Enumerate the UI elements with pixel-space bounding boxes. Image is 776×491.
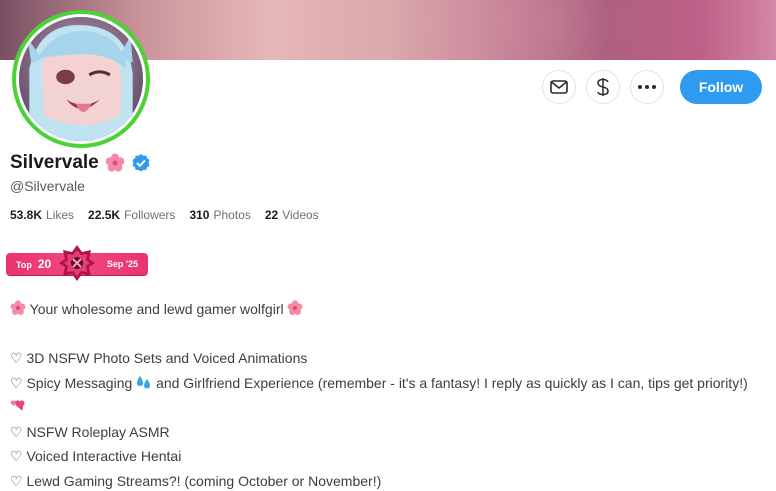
avatar[interactable] [12,10,150,148]
envelope-icon [550,80,568,94]
cherry-blossom-icon [288,300,303,315]
message-button[interactable] [542,70,576,104]
follow-button[interactable]: Follow [680,70,762,104]
tip-button[interactable] [586,70,620,104]
rank-number: 20 [37,257,52,271]
profile-name-row: Silvervale [10,152,151,174]
rank-emblem-icon [59,245,95,281]
stat-likes[interactable]: 53.8K Likes [10,208,74,222]
bio-line: ♡ Voiced Interactive Hentai [10,448,182,464]
cherry-blossom-icon [10,300,26,315]
bio-line: ♡ NSFW Roleplay ASMR [10,423,170,440]
more-icon [638,85,656,89]
display-name: Silvervale [10,152,99,173]
dollar-icon [597,78,609,96]
verified-icon [132,154,150,172]
profile-stats: 53.8K Likes 22.5K Followers 310 Photos 2… [10,208,319,222]
rank-top-label: Top [16,260,32,270]
bio-line: ♡ Lewd Gaming Streams?! (coming October … [10,472,382,489]
profile-handle: @Silvervale [10,178,85,194]
stat-followers[interactable]: 22.5K Followers [88,208,175,222]
profile-bio: Your wholesome and lewd gamer wolfgirl ♡… [10,297,760,491]
rank-date: Sep '25 [106,259,138,269]
cherry-blossom-icon [105,153,125,172]
bio-line-messaging: ♡ Spicy Messaging and Girlfriend Experie… [10,371,760,420]
two-hearts-icon [10,400,25,411]
avatar-image [19,17,143,141]
stat-videos[interactable]: 22 Videos [265,208,319,222]
more-button[interactable] [630,70,664,104]
bio-tagline-line: Your wholesome and lewd gamer wolfgirl [10,297,760,322]
top-creator-badge[interactable]: Top 20 Sep '25 [6,244,148,282]
sweat-droplets-icon [137,375,151,388]
bio-line: ♡ 3D NSFW Photo Sets and Voiced Animatio… [10,350,308,366]
profile-actions: Follow [542,70,762,104]
bio-tagline: Your wholesome and lewd gamer wolfgirl [29,301,284,317]
stat-photos[interactable]: 310 Photos [189,208,250,222]
